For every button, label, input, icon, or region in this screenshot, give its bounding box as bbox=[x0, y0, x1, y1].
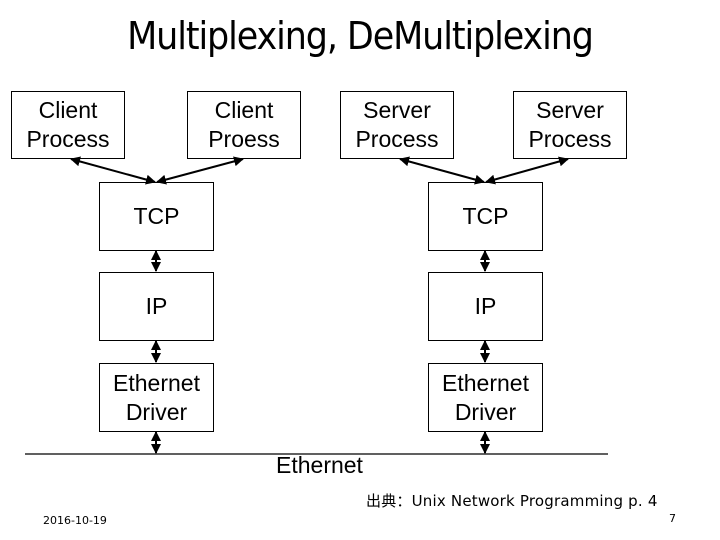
arrow-client1-tcp bbox=[70, 156, 156, 185]
ethernet-label: Ethernet bbox=[276, 452, 363, 478]
page-number: 7 bbox=[669, 512, 676, 525]
arrow-server2-tcp bbox=[485, 156, 569, 185]
slide-date: 2016-10-19 bbox=[43, 514, 107, 527]
source-citation: 出典：Unix Network Programming p. 4 bbox=[366, 492, 658, 510]
arrow-client2-tcp bbox=[156, 156, 244, 185]
arrow-server1-tcp bbox=[399, 156, 485, 185]
